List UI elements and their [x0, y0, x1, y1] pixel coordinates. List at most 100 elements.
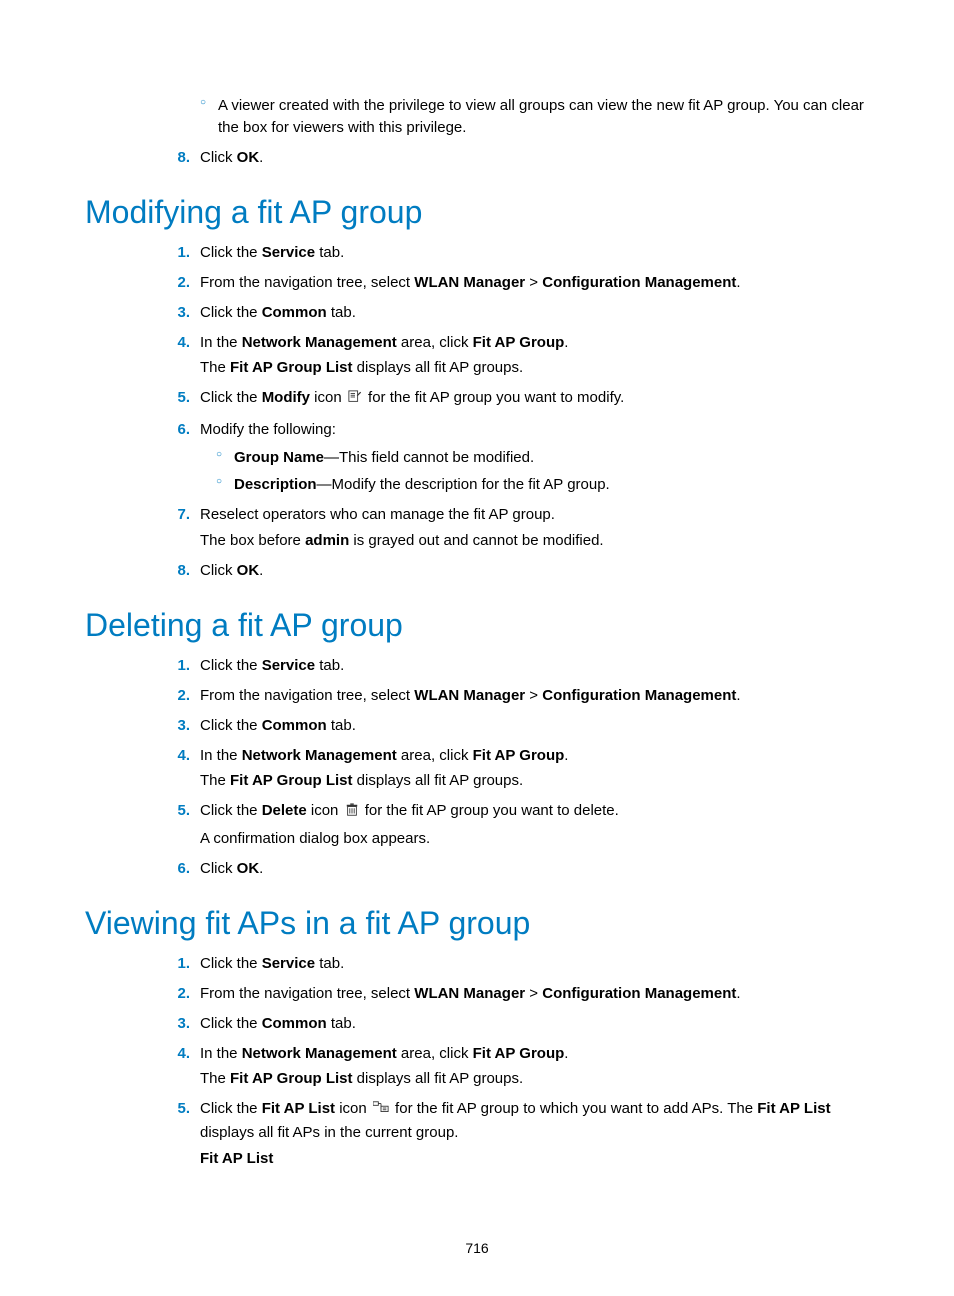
text: > [525, 687, 542, 704]
text: displays all fit AP groups. [353, 359, 524, 376]
step-note: The Fit AP Group List displays all fit A… [200, 357, 869, 379]
text: . [259, 149, 263, 166]
section-heading: Deleting a fit AP group [85, 605, 869, 645]
text-bold: Service [262, 244, 315, 261]
delete-icon [345, 802, 359, 824]
text-bold: Modify [262, 389, 310, 406]
text: area, click [397, 334, 473, 351]
text: The [200, 772, 230, 789]
list-item: Click the Service tab. [180, 655, 869, 677]
text: area, click [397, 1045, 473, 1062]
text-bold: Configuration Management [542, 985, 736, 1002]
step-note: The Fit AP Group List displays all fit A… [200, 1068, 869, 1090]
text-bold: admin [305, 532, 349, 549]
text: tab. [327, 304, 356, 321]
page-number: 716 [0, 1240, 954, 1256]
text: is grayed out and cannot be modified. [349, 532, 603, 549]
sections-container: Modifying a fit AP group Click the Servic… [85, 192, 869, 1169]
list-item: Click the Delete icon for the fit AP gro… [180, 800, 869, 850]
text-bold: OK [237, 860, 260, 877]
list-item: Click the Common tab. [180, 1013, 869, 1035]
section-heading: Modifying a fit AP group [85, 192, 869, 232]
text-bold: Configuration Management [542, 687, 736, 704]
text: Click the [200, 955, 262, 972]
step-note: The Fit AP Group List displays all fit A… [200, 770, 869, 792]
text: . [736, 985, 740, 1002]
list-item: Click the Service tab. [180, 953, 869, 975]
text: tab. [315, 955, 344, 972]
text: The box before [200, 532, 305, 549]
text: From the navigation tree, select [200, 687, 414, 704]
list-item: Click OK. [180, 858, 869, 880]
text-bold: Common [262, 304, 327, 321]
text: displays all fit AP groups. [353, 772, 524, 789]
text: > [525, 985, 542, 1002]
text: Click the [200, 1015, 262, 1032]
text: The [200, 359, 230, 376]
text-bold: Configuration Management [542, 274, 736, 291]
text: tab. [315, 657, 344, 674]
text: tab. [327, 1015, 356, 1032]
text: Click the [200, 1100, 262, 1117]
text-bold: Group Name [234, 449, 324, 466]
text: Click [200, 562, 237, 579]
list-icon [373, 1100, 389, 1122]
step-note: Fit AP List [200, 1148, 869, 1170]
text-bold: Network Management [242, 747, 397, 764]
text: . [564, 1045, 568, 1062]
list-item: Click OK. [180, 147, 869, 169]
text: In the [200, 1045, 242, 1062]
section-heading: Viewing fit APs in a fit AP group [85, 903, 869, 943]
list-item: Click the Common tab. [180, 302, 869, 324]
text: —This field cannot be modified. [324, 449, 534, 466]
text: Click the [200, 304, 262, 321]
text-bold: Fit AP Group List [230, 772, 353, 789]
text-bold: Fit AP List [757, 1100, 830, 1117]
intro-step8-list: Click OK. [85, 147, 869, 169]
text-bold: Description [234, 476, 317, 493]
text: From the navigation tree, select [200, 985, 414, 1002]
step-list: Click the Service tab. From the navigatio… [85, 655, 869, 879]
step-note: A confirmation dialog box appears. [200, 828, 869, 850]
text: In the [200, 334, 242, 351]
sub-list: Group Name—This field cannot be modified… [200, 447, 869, 497]
step-note: The box before admin is grayed out and c… [200, 530, 869, 552]
list-item: Click the Modify icon for the fit AP gro… [180, 387, 869, 411]
text-bold: Network Management [242, 334, 397, 351]
list-item: In the Network Management area, click Fi… [180, 745, 869, 793]
text: icon [310, 389, 346, 406]
text: . [259, 860, 263, 877]
text: Click [200, 149, 237, 166]
list-item: In the Network Management area, click Fi… [180, 332, 869, 380]
text-bold: Fit AP Group [473, 1045, 565, 1062]
list-item: From the navigation tree, select WLAN Ma… [180, 272, 869, 294]
text: Click [200, 860, 237, 877]
text: —Modify the description for the fit AP g… [317, 476, 610, 493]
list-item: Reselect operators who can manage the fi… [180, 504, 869, 552]
text-bold: Fit AP List [200, 1150, 273, 1167]
text-bold: Common [262, 717, 327, 734]
text: area, click [397, 747, 473, 764]
list-item: Click the Service tab. [180, 242, 869, 264]
text: Click the [200, 802, 262, 819]
list-item: Click the Common tab. [180, 715, 869, 737]
list-item: Group Name—This field cannot be modified… [216, 447, 869, 469]
text-bold: Delete [262, 802, 307, 819]
text-bold: WLAN Manager [414, 274, 525, 291]
text-bold: WLAN Manager [414, 985, 525, 1002]
intro-sub-list: A viewer created with the privilege to v… [200, 95, 869, 139]
step-list: Click the Service tab. From the navigatio… [85, 242, 869, 581]
list-item: In the Network Management area, click Fi… [180, 1043, 869, 1091]
text: Click the [200, 389, 262, 406]
text: icon [307, 802, 343, 819]
text: displays all fit AP groups. [353, 1070, 524, 1087]
text: for the fit AP group you want to modify. [364, 389, 624, 406]
list-item: Description—Modify the description for t… [216, 474, 869, 496]
step-list: Click the Service tab. From the navigatio… [85, 953, 869, 1169]
text-bold: Fit AP List [262, 1100, 335, 1117]
text: for the fit AP group to which you want t… [391, 1100, 757, 1117]
text-bold: Fit AP Group List [230, 359, 353, 376]
modify-icon [348, 389, 362, 411]
text-bold: Fit AP Group List [230, 1070, 353, 1087]
text-bold: OK [237, 149, 260, 166]
